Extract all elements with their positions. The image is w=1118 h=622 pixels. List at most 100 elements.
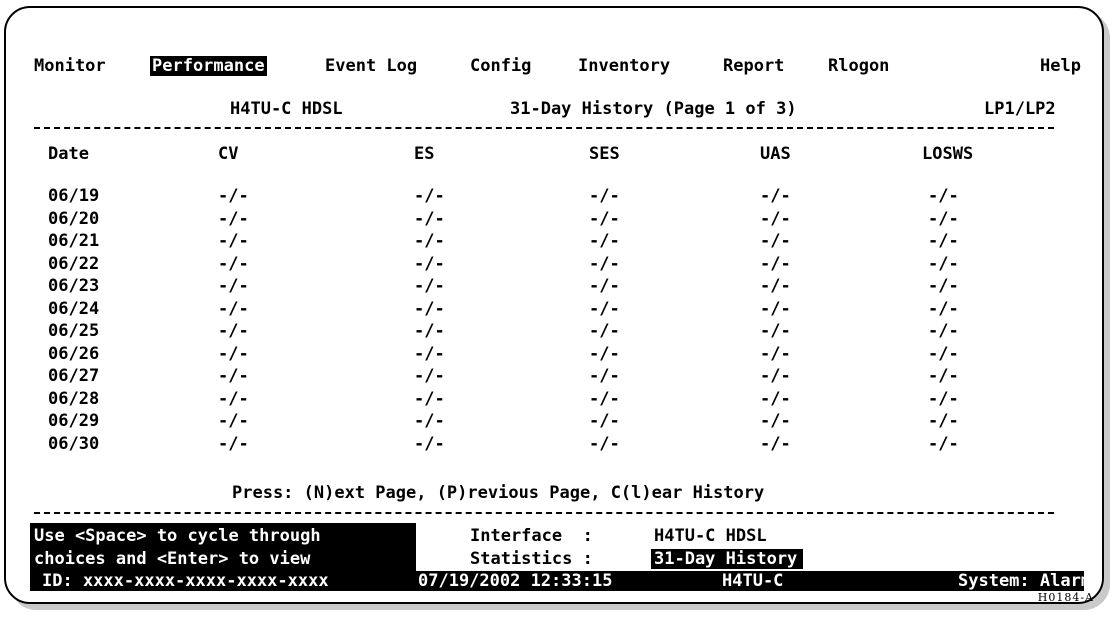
interface-field-label: Interface : [470, 526, 593, 546]
menu-config[interactable]: Config [470, 56, 531, 76]
cell-losws: -/- [928, 208, 959, 229]
table-row: 06/19 -/- -/- -/- -/- -/- [0, 186, 1118, 208]
cell-ses: -/- [589, 411, 620, 431]
loop-label: LP1/LP2 [984, 99, 1056, 119]
cell-losws: -/- [928, 253, 959, 274]
cell-uas: -/- [760, 411, 791, 431]
cell-es: -/- [414, 231, 445, 251]
cell-es: -/- [414, 276, 445, 296]
cell-losws: -/- [928, 388, 959, 409]
cell-losws: -/- [928, 231, 959, 251]
cell-date: 06/19 [48, 186, 100, 206]
cell-date: 06/20 [48, 208, 100, 229]
cell-cv: -/- [218, 343, 249, 364]
table-row: 06/30 -/- -/- -/- -/- -/- [0, 434, 1118, 456]
table-row: 06/20 -/- -/- -/- -/- -/- [0, 209, 1118, 231]
menu-report[interactable]: Report [723, 56, 784, 76]
cell-ses: -/- [589, 366, 620, 386]
cell-losws: -/- [928, 343, 959, 364]
cell-date: 06/28 [48, 388, 100, 409]
date-time: 07/19/2002 12:33:15 [418, 571, 613, 591]
cell-ses: -/- [589, 231, 620, 251]
cell-ses: -/- [589, 186, 620, 206]
cell-uas: -/- [760, 343, 791, 364]
cell-date: 06/30 [48, 433, 100, 454]
cell-cv: -/- [218, 253, 249, 274]
cell-cv: -/- [218, 186, 249, 206]
cell-date: 06/22 [48, 253, 100, 274]
cell-es: -/- [414, 208, 445, 229]
cell-date: 06/24 [48, 298, 100, 319]
figure-id: H0184-A [1037, 591, 1094, 604]
menu-rlogon[interactable]: Rlogon [828, 56, 889, 76]
system-status: System: Alarm [958, 571, 1092, 591]
key-prompt: Press: (N)ext Page, (P)revious Page, C(l… [232, 483, 765, 503]
menu-performance[interactable]: Performance [150, 56, 267, 76]
help-line-2: choices and <Enter> to view [34, 549, 311, 569]
cell-ses: -/- [589, 321, 620, 341]
col-losws: LOSWS [922, 144, 974, 164]
table-row: 06/28 -/- -/- -/- -/- -/- [0, 389, 1118, 411]
table-row: 06/22 -/- -/- -/- -/- -/- [0, 254, 1118, 276]
statistics-field-label: Statistics : [470, 549, 593, 569]
interface-title: H4TU-C HDSL [230, 99, 343, 119]
table-row: 06/26 -/- -/- -/- -/- -/- [0, 344, 1118, 366]
statistics-field-value[interactable]: 31-Day History [651, 549, 804, 569]
table-row: 06/25 -/- -/- -/- -/- -/- [0, 321, 1118, 343]
cell-cv: -/- [218, 231, 249, 251]
cell-date: 06/25 [48, 321, 100, 341]
cell-losws: -/- [928, 366, 959, 386]
cell-uas: -/- [760, 208, 791, 229]
cell-losws: -/- [928, 411, 959, 431]
cell-es: -/- [414, 186, 445, 206]
cell-losws: -/- [928, 276, 959, 296]
cell-ses: -/- [589, 208, 620, 229]
cell-es: -/- [414, 411, 445, 431]
cell-uas: -/- [760, 276, 791, 296]
cell-ses: -/- [589, 253, 620, 274]
cell-uas: -/- [760, 321, 791, 341]
cell-cv: -/- [218, 321, 249, 341]
cell-es: -/- [414, 321, 445, 341]
menu-help[interactable]: Help [1040, 56, 1081, 76]
cell-es: -/- [414, 366, 445, 386]
cell-date: 06/29 [48, 411, 100, 431]
footer-divider [34, 512, 1054, 514]
history-title: 31-Day History (Page 1 of 3) [510, 99, 797, 119]
cell-uas: -/- [760, 366, 791, 386]
cell-es: -/- [414, 388, 445, 409]
interface-field-value[interactable]: H4TU-C HDSL [654, 526, 767, 546]
help-line-1: Use <Space> to cycle through [34, 526, 321, 546]
session-id: ID: xxxx-xxxx-xxxx-xxxx-xxxx [42, 571, 329, 591]
cell-es: -/- [414, 253, 445, 274]
cell-uas: -/- [760, 253, 791, 274]
cell-es: -/- [414, 433, 445, 454]
cell-uas: -/- [760, 186, 791, 206]
col-uas: UAS [760, 144, 791, 164]
cell-ses: -/- [589, 433, 620, 454]
table-row: 06/29 -/- -/- -/- -/- -/- [0, 411, 1118, 433]
col-ses: SES [589, 144, 620, 164]
cell-date: 06/23 [48, 276, 100, 296]
cell-cv: -/- [218, 298, 249, 319]
cell-cv: -/- [218, 208, 249, 229]
cell-ses: -/- [589, 343, 620, 364]
cell-date: 06/27 [48, 366, 100, 386]
cell-cv: -/- [218, 276, 249, 296]
cell-ses: -/- [589, 388, 620, 409]
cell-uas: -/- [760, 231, 791, 251]
cell-cv: -/- [218, 366, 249, 386]
cell-ses: -/- [589, 276, 620, 296]
cell-ses: -/- [589, 298, 620, 319]
menu-inventory[interactable]: Inventory [578, 56, 670, 76]
table-row: 06/27 -/- -/- -/- -/- -/- [0, 366, 1118, 388]
header-divider [34, 127, 1054, 129]
cell-es: -/- [414, 343, 445, 364]
cell-cv: -/- [218, 411, 249, 431]
menu-monitor[interactable]: Monitor [34, 56, 106, 76]
menu-event-log[interactable]: Event Log [325, 56, 417, 76]
cell-date: 06/21 [48, 231, 100, 251]
cell-cv: -/- [218, 433, 249, 454]
unit-name: H4TU-C [722, 571, 784, 591]
cell-losws: -/- [928, 298, 959, 319]
